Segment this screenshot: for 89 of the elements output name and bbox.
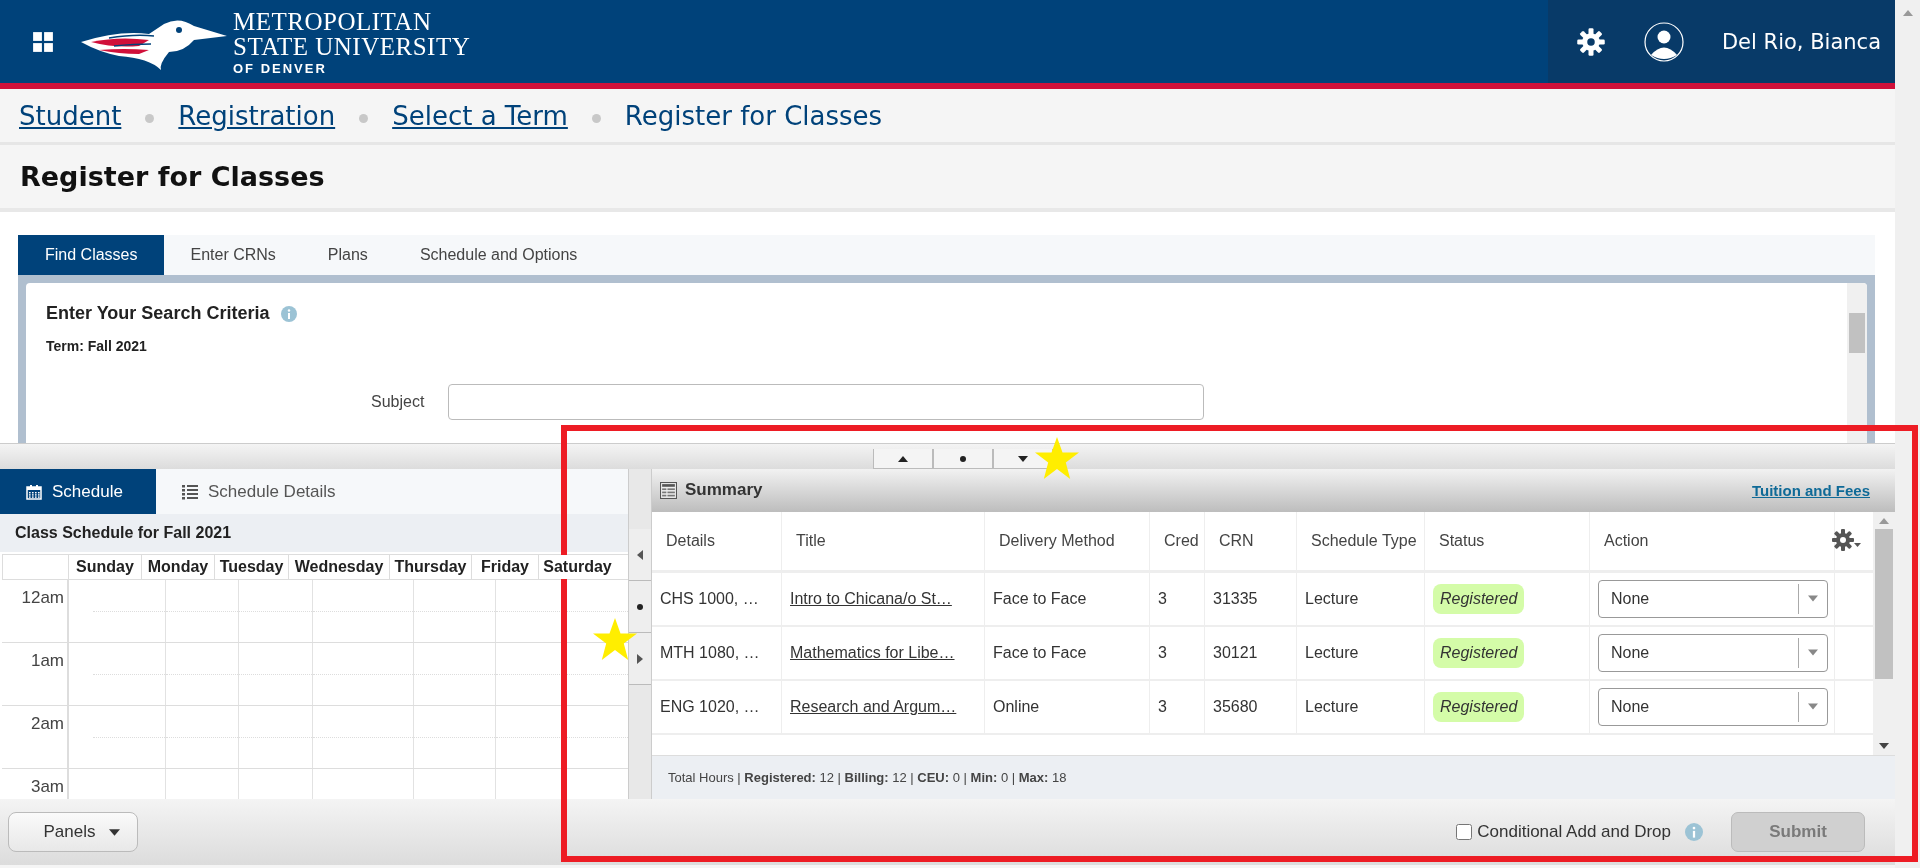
table-cell: Lecture (1297, 626, 1425, 679)
schedule-heading: Class Schedule for Fall 2021 (0, 514, 628, 552)
dot-icon (959, 455, 966, 462)
caret-icon (109, 828, 121, 836)
page-title: Register for Classes (20, 161, 325, 192)
table-cell: 3 (1150, 680, 1205, 733)
down-triangle-icon (1017, 455, 1028, 462)
tuition-fees-link[interactable]: Tuition and Fees (1751, 481, 1870, 499)
right-triangle-icon (637, 653, 643, 664)
settings-icon[interactable] (1831, 527, 1861, 552)
collapse-left-button[interactable] (629, 529, 651, 581)
tab[interactable]: Schedule and Options (393, 235, 604, 275)
tab[interactable]: Enter CRNs (164, 235, 302, 275)
panels-dropdown-button[interactable]: Panels (8, 812, 138, 852)
course-title-link[interactable]: Mathematics for Libe… (790, 643, 955, 662)
column-header[interactable]: Details (652, 511, 782, 570)
table-cell: 3 (1150, 626, 1205, 679)
table-cell: 3 (1150, 572, 1205, 625)
settings-icon[interactable] (1575, 26, 1606, 57)
caret-icon (1808, 703, 1818, 710)
restore-split-button[interactable] (932, 449, 993, 469)
tab[interactable]: Plans (301, 235, 394, 275)
table-cell: Face to Face (985, 626, 1150, 679)
caret-icon (1808, 649, 1818, 656)
course-title-link[interactable]: Research and Argum… (790, 697, 957, 716)
breadcrumb-separator (145, 114, 155, 123)
column-header[interactable]: CRN (1205, 511, 1297, 570)
hour-label: 12am (20, 587, 65, 608)
summary-title: Summary (685, 480, 763, 501)
hour-label: 1am (29, 650, 65, 671)
table-cell: Lecture (1297, 680, 1425, 733)
breadcrumb-current: Register for Classes (624, 100, 883, 131)
table-cell: Face to Face (985, 572, 1150, 625)
subject-input-field[interactable] (448, 384, 1204, 420)
dot-icon (637, 603, 643, 610)
table-cell: 35680 (1205, 680, 1297, 733)
breadcrumb-separator (359, 114, 369, 123)
table-cell: 31335 (1205, 572, 1297, 625)
breadcrumb-link[interactable]: Student (19, 100, 122, 131)
user-avatar-icon[interactable] (1643, 21, 1684, 62)
course-title-link[interactable]: Intro to Chicana/o St… (790, 589, 952, 608)
checkbox-label[interactable]: Conditional Add and Drop (1477, 822, 1671, 842)
total-hours-summary: Total Hours | Registered: 12 | Billing: 12 | CEU: 0 | Min: 0 | Max: 18 (668, 769, 1067, 785)
collapse-right-button[interactable] (629, 633, 651, 685)
status-badge: Registered (1433, 583, 1525, 614)
caret-icon (1808, 595, 1818, 602)
schedule-tab[interactable]: Schedule Details (156, 469, 362, 514)
table-cell: CHS 1000, … (652, 572, 782, 625)
left-triangle-icon (637, 549, 643, 560)
breadcrumb-separator (591, 114, 601, 123)
column-header[interactable]: Delivery Method (985, 511, 1150, 570)
action-dropdown[interactable]: None (1598, 579, 1828, 618)
list-icon (182, 483, 198, 500)
user-name[interactable]: Del Rio, Bianca (1721, 29, 1881, 54)
hour-label: 3am (29, 776, 65, 797)
table-icon (660, 481, 677, 499)
column-header[interactable]: Schedule Type (1297, 511, 1425, 570)
app-grid-icon[interactable] (32, 30, 54, 53)
university-name: STATE UNIVERSITY (233, 33, 471, 59)
university-name: OF DENVER (233, 61, 328, 75)
restore-split-button[interactable] (629, 581, 651, 633)
breadcrumb-link[interactable]: Registration (178, 100, 336, 131)
tab[interactable]: Find Classes (18, 235, 165, 275)
column-header[interactable]: Status (1425, 511, 1590, 570)
column-header[interactable]: Title (782, 511, 985, 570)
table-cell: ENG 1020, … (652, 680, 782, 733)
breadcrumb-link[interactable]: Select a Term (392, 100, 568, 131)
status-badge: Registered (1433, 691, 1525, 722)
search-criteria-heading: Enter Your Search Criteria (46, 303, 270, 324)
column-header[interactable]: Cred (1150, 511, 1205, 570)
action-dropdown[interactable]: None (1598, 687, 1828, 726)
star-icon (1035, 436, 1079, 480)
up-triangle-icon (897, 455, 908, 462)
subject-label: Subject (371, 393, 426, 411)
status-badge: Registered (1433, 637, 1525, 668)
schedule-tab[interactable]: Schedule (0, 469, 156, 514)
table-cell: Online (985, 680, 1150, 733)
conditional-add-drop-checkbox[interactable] (1456, 824, 1473, 840)
star-icon (593, 617, 637, 661)
collapse-up-button[interactable] (872, 449, 933, 469)
term-label: Term: Fall 2021 (46, 338, 148, 354)
hour-label: 2am (29, 713, 65, 734)
university-name: METROPOLITAN (233, 8, 433, 34)
calendar-icon (26, 483, 42, 500)
down-triangle-icon[interactable] (1879, 742, 1889, 749)
action-dropdown[interactable]: None (1598, 633, 1828, 672)
table-cell: Lecture (1297, 572, 1425, 625)
table-cell: MTH 1080, … (652, 626, 782, 679)
table-cell: 30121 (1205, 626, 1297, 679)
